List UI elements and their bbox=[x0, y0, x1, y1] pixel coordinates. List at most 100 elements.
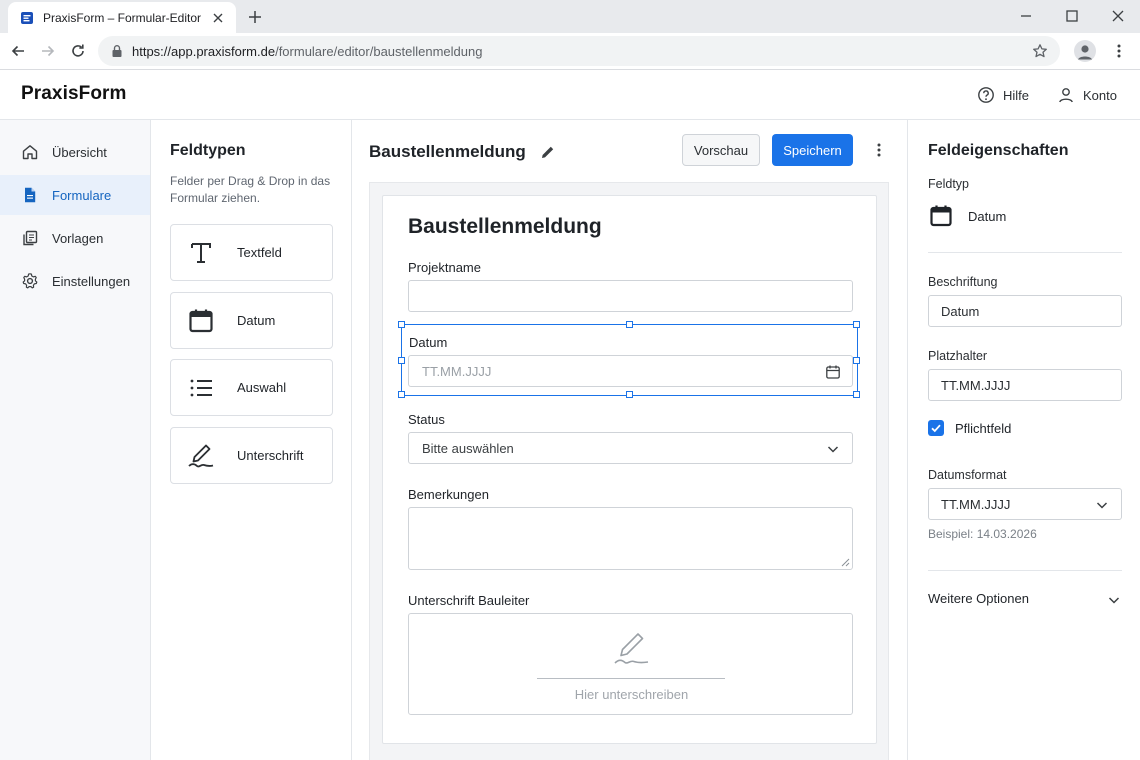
new-tab-icon[interactable] bbox=[246, 8, 264, 26]
url-host: https://app.praxisform.de bbox=[132, 43, 276, 59]
browser-tab-title: PraxisForm – Formular-Editor bbox=[43, 10, 202, 25]
resize-grip-icon[interactable] bbox=[841, 558, 850, 567]
address-bar[interactable]: https://app.praxisform.de/formulare/edit… bbox=[98, 36, 1060, 66]
bookmark-star-icon[interactable] bbox=[1032, 43, 1048, 59]
sidebar-item-settings[interactable]: Einstellungen bbox=[0, 261, 150, 301]
user-icon bbox=[1059, 88, 1073, 103]
forward-arrow-icon[interactable] bbox=[39, 42, 57, 60]
date-format-select[interactable]: TT.MM.JJJJ bbox=[928, 488, 1122, 520]
fieldtype-label: Textfeld bbox=[237, 245, 282, 260]
browser-menu-icon[interactable] bbox=[1110, 42, 1128, 60]
required-checkbox[interactable] bbox=[928, 420, 944, 436]
reload-icon[interactable] bbox=[69, 42, 87, 60]
account-label: Konto bbox=[1083, 87, 1117, 103]
properties-title: Feldeigenschaften bbox=[928, 142, 1069, 159]
field-label-status: Status bbox=[408, 412, 445, 427]
resize-handle[interactable] bbox=[853, 321, 860, 328]
fieldtype-select[interactable]: Auswahl bbox=[170, 359, 333, 416]
placeholder-label: Platzhalter bbox=[928, 349, 988, 363]
back-arrow-icon[interactable] bbox=[9, 42, 27, 60]
field-type-value: Datum bbox=[968, 208, 1007, 224]
fieldtypes-help: Felder per Drag & Drop in das Formular z… bbox=[170, 174, 331, 205]
placeholder-value: TT.MM.JJJJ bbox=[941, 377, 1011, 393]
preview-button[interactable]: Vorschau bbox=[682, 134, 760, 166]
account-link[interactable]: Konto bbox=[1057, 86, 1117, 104]
selected-field-frame[interactable] bbox=[398, 321, 860, 398]
browser-tab[interactable]: PraxisForm – Formular-Editor bbox=[8, 2, 236, 33]
caption-input[interactable]: Datum bbox=[928, 295, 1122, 327]
list-icon bbox=[190, 379, 212, 396]
editor-title: Baustellenmeldung bbox=[369, 142, 556, 162]
calendar-icon bbox=[930, 205, 952, 227]
date-format-value: TT.MM.JJJJ bbox=[941, 496, 1011, 512]
more-options-toggle[interactable]: Weitere Optionen bbox=[928, 591, 1122, 606]
required-label: Pflichtfeld bbox=[955, 420, 1012, 436]
field-label-signature: Unterschrift Bauleiter bbox=[408, 593, 530, 608]
date-format-label: Datumsformat bbox=[928, 468, 1007, 482]
caption-label: Beschriftung bbox=[928, 275, 998, 289]
properties-panel: Feldeigenschaften Feldtyp Datum Beschrif… bbox=[907, 120, 1140, 760]
sidebar-item-label: Formulare bbox=[52, 187, 112, 203]
sidebar-item-overview[interactable]: Übersicht bbox=[0, 132, 150, 172]
status-select-value: Bitte auswählen bbox=[422, 440, 514, 456]
help-label: Hilfe bbox=[1003, 87, 1030, 103]
field-label-remarks: Bemerkungen bbox=[408, 487, 489, 502]
signature-icon bbox=[188, 444, 214, 467]
help-link[interactable]: Hilfe bbox=[977, 86, 1029, 104]
form-canvas: Baustellenmeldung Projektname Datum TT.M… bbox=[369, 182, 889, 760]
help-circle-icon bbox=[978, 87, 994, 103]
resize-handle[interactable] bbox=[398, 391, 405, 398]
fieldtype-label: Unterschrift bbox=[237, 448, 304, 463]
form-preview-card: Baustellenmeldung Projektname Datum TT.M… bbox=[382, 195, 877, 744]
text-icon bbox=[191, 242, 211, 263]
close-window-icon[interactable] bbox=[1110, 8, 1126, 24]
fieldtype-date[interactable]: Datum bbox=[170, 292, 333, 349]
fieldtype-label: Auswahl bbox=[237, 380, 287, 395]
gear-icon bbox=[22, 273, 38, 289]
sidebar-item-templates[interactable]: Vorlagen bbox=[0, 218, 150, 258]
resize-handle[interactable] bbox=[626, 391, 633, 398]
signature-pad[interactable]: Hier unterschreiben bbox=[408, 613, 853, 715]
fieldtype-textfield[interactable]: Textfeld bbox=[170, 224, 333, 281]
project-name-input[interactable] bbox=[408, 280, 853, 312]
more-options-icon[interactable] bbox=[870, 141, 888, 159]
app-header: PraxisForm Hilfe Konto bbox=[0, 70, 1140, 120]
sidebar-item-label: Vorlagen bbox=[52, 230, 104, 246]
remarks-textarea[interactable] bbox=[408, 507, 853, 570]
templates-icon bbox=[23, 230, 38, 246]
browser-tab-strip: PraxisForm – Formular-Editor bbox=[0, 0, 1140, 33]
resize-handle[interactable] bbox=[398, 321, 405, 328]
url-text: https://app.praxisform.de/formulare/edit… bbox=[132, 44, 482, 59]
resize-handle[interactable] bbox=[626, 321, 633, 328]
fieldtypes-title: Feldtypen bbox=[170, 142, 246, 159]
maximize-icon[interactable] bbox=[1064, 8, 1080, 24]
signature-hint: Hier unterschreiben bbox=[574, 687, 689, 702]
resize-handle[interactable] bbox=[853, 391, 860, 398]
placeholder-input[interactable]: TT.MM.JJJJ bbox=[928, 369, 1122, 401]
signature-pen-icon bbox=[614, 633, 649, 664]
resize-handle[interactable] bbox=[398, 357, 405, 364]
minimize-icon[interactable] bbox=[1018, 8, 1034, 24]
brand-logo[interactable]: PraxisForm bbox=[21, 83, 127, 105]
required-checkbox-row[interactable]: Pflichtfeld bbox=[928, 420, 1011, 436]
status-select[interactable]: Bitte auswählen bbox=[408, 432, 853, 464]
chevron-down-icon bbox=[827, 446, 839, 453]
more-options-label: Weitere Optionen bbox=[928, 591, 1029, 606]
close-tab-icon[interactable] bbox=[210, 10, 226, 26]
checkmark-icon bbox=[931, 424, 941, 433]
date-format-example: Beispiel: 14.03.2026 bbox=[928, 527, 1037, 541]
home-icon bbox=[22, 145, 38, 160]
caption-value: Datum bbox=[941, 303, 980, 319]
resize-handle[interactable] bbox=[853, 357, 860, 364]
lock-icon bbox=[112, 45, 122, 57]
profile-avatar-icon[interactable] bbox=[1074, 40, 1096, 62]
calendar-icon bbox=[189, 309, 213, 332]
fieldtype-signature[interactable]: Unterschrift bbox=[170, 427, 333, 484]
divider bbox=[928, 252, 1122, 253]
edit-pencil-icon[interactable] bbox=[540, 144, 556, 160]
field-type-label: Feldtyp bbox=[928, 177, 969, 191]
save-button[interactable]: Speichern bbox=[772, 134, 853, 166]
form-title[interactable]: Baustellenmeldung bbox=[408, 215, 602, 239]
fieldtype-label: Datum bbox=[237, 313, 276, 328]
sidebar-item-forms[interactable]: Formulare bbox=[0, 175, 150, 215]
